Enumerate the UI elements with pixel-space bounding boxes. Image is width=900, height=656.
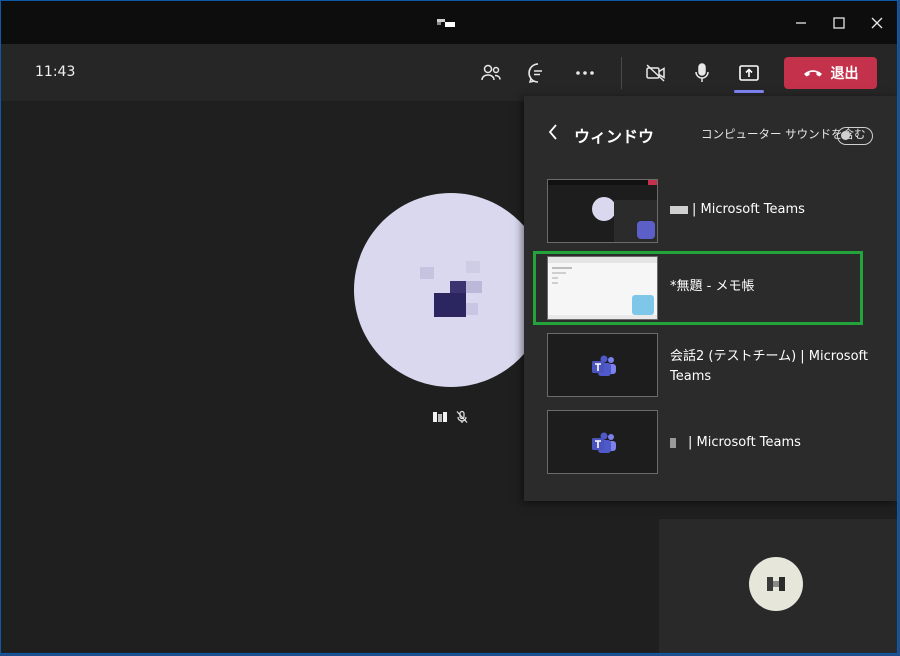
window-thumbnail [547, 333, 658, 397]
participant-name-row [433, 409, 469, 425]
self-video-tile [659, 519, 897, 653]
selected-window-highlight [533, 251, 863, 325]
share-active-indicator [734, 90, 764, 93]
back-chevron-icon[interactable] [544, 122, 564, 142]
minimize-icon[interactable] [786, 9, 816, 37]
mic-off-icon [456, 410, 468, 423]
title-bar [1, 1, 897, 44]
participant-avatar [354, 193, 548, 387]
participant-name-pixelated [433, 412, 447, 422]
share-screen-icon[interactable] [735, 59, 763, 87]
background-window-edge [897, 317, 898, 363]
window-label: | Microsoft Teams [670, 200, 875, 220]
include-sound-toggle[interactable] [837, 127, 873, 145]
teams-logo-icon [592, 432, 616, 453]
leave-button[interactable]: 退出 [784, 57, 877, 89]
close-icon[interactable] [862, 9, 892, 37]
window-label: | Microsoft Teams [670, 433, 875, 453]
share-panel-title: ウィンドウ [574, 127, 655, 146]
pixelated-name [670, 205, 688, 214]
share-panel-header: ウィンドウ コンピューター サウンドを含む [524, 96, 897, 171]
meeting-time: 11:43 [35, 64, 76, 80]
window-item-3[interactable]: 会話2 (テストチーム) | Microsoft Teams [524, 331, 897, 403]
leave-button-label: 退出 [830, 66, 859, 82]
camera-off-icon[interactable] [642, 59, 670, 87]
hang-up-icon [803, 70, 822, 77]
window-thumbnail [547, 410, 658, 474]
window-item-4[interactable]: | Microsoft Teams [524, 408, 897, 480]
toggle-knob [841, 131, 850, 140]
chat-icon[interactable] [524, 59, 552, 87]
share-window-panel: ウィンドウ コンピューター サウンドを含む | Microsoft Teams [524, 96, 897, 501]
people-icon[interactable] [477, 59, 505, 87]
window-label: 会話2 (テストチーム) | Microsoft Teams [670, 349, 868, 384]
mic-icon[interactable] [688, 59, 716, 87]
app-title-logo [437, 19, 457, 29]
more-icon[interactable] [571, 59, 599, 87]
teams-meeting-window: 11:43 退出 ウィンドウ コンピューター サウンドを含む | Microso… [0, 0, 898, 654]
self-avatar [749, 557, 803, 611]
maximize-icon[interactable] [824, 9, 854, 37]
window-item-1[interactable]: | Microsoft Teams [524, 176, 897, 248]
window-thumbnail [547, 179, 658, 243]
pixelated-name [670, 437, 676, 448]
teams-logo-icon [592, 355, 616, 376]
toolbar-divider [621, 57, 622, 89]
meeting-toolbar: 11:43 退出 [1, 44, 897, 101]
